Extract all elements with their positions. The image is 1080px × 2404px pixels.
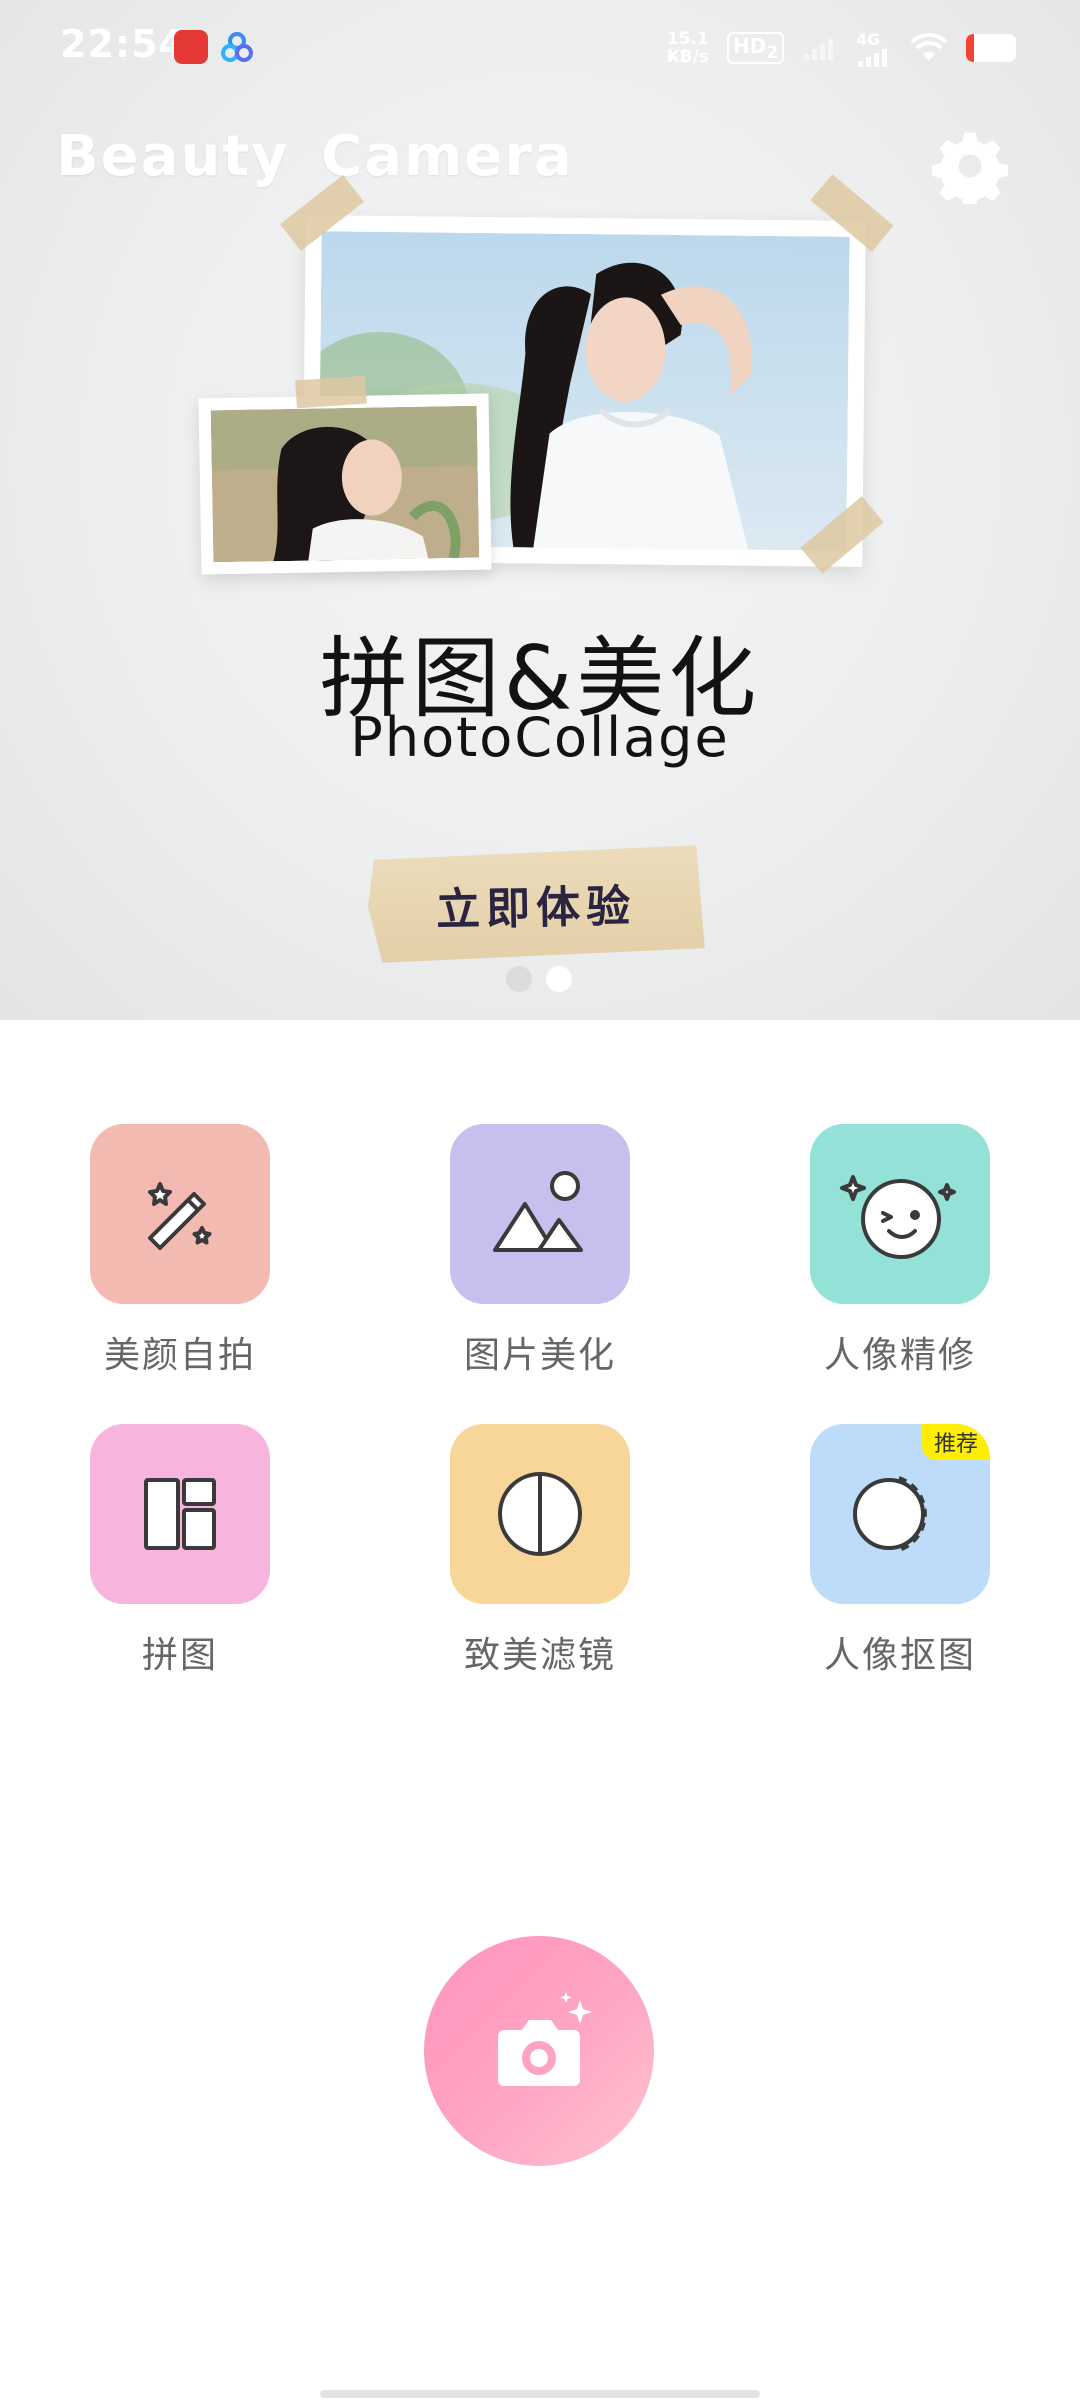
signal-strength-icon xyxy=(804,39,833,60)
feature-label: 拼图 xyxy=(141,1635,218,1676)
net-speed: 15.1 KB/s xyxy=(667,30,709,66)
feature-tile[interactable] xyxy=(810,1124,990,1304)
status-time: 22:54 xyxy=(60,22,186,66)
hd-voice-icon: HD2 xyxy=(727,32,784,64)
feature-portrait-retouch[interactable]: 人像精修 xyxy=(770,1124,1030,1378)
pager-dot[interactable] xyxy=(506,966,532,992)
cloud-app-notification-icon xyxy=(220,30,254,64)
feature-label: 人像精修 xyxy=(823,1335,976,1376)
net-speed-unit: KB/s xyxy=(666,47,710,67)
wifi-icon xyxy=(910,33,948,61)
app-title: Beauty Camera xyxy=(56,124,574,189)
try-now-label: 立即体验 xyxy=(435,881,637,936)
battery-level-fill xyxy=(966,34,974,62)
hd-label: HD xyxy=(733,34,767,58)
battery-icon xyxy=(966,34,1016,62)
photo-small-image xyxy=(210,405,480,563)
hd-sub: 2 xyxy=(766,43,778,62)
feature-tile[interactable]: 推荐 xyxy=(810,1424,990,1604)
settings-button[interactable] xyxy=(930,126,1010,206)
landscape-icon xyxy=(493,1171,583,1252)
feature-collage[interactable]: 拼图 xyxy=(50,1424,310,1678)
feature-label: 图片美化 xyxy=(463,1335,616,1376)
recommended-badge: 推荐 xyxy=(922,1424,990,1460)
feature-label: 美颜自拍 xyxy=(103,1335,256,1376)
collage-layout-icon xyxy=(144,1478,216,1550)
try-now-button[interactable]: 立即体验 xyxy=(367,845,705,963)
status-bar: 22:54 15.1 KB/s HD2 4G xyxy=(0,0,1080,96)
feature-photo-beautify[interactable]: 图片美化 xyxy=(410,1124,670,1378)
feature-label: 致美滤镜 xyxy=(463,1635,616,1676)
hero-banner[interactable]: 22:54 15.1 KB/s HD2 4G Beauty Camera 拼图&… xyxy=(0,0,1080,1020)
network-type: 4G xyxy=(856,29,881,49)
feature-tile[interactable] xyxy=(450,1424,630,1604)
camera-sparkle-icon xyxy=(498,1992,592,2086)
news-app-notification-icon xyxy=(174,30,208,64)
feature-portrait-cutout[interactable]: 推荐 人像抠图 xyxy=(770,1424,1030,1678)
half-circle-icon xyxy=(498,1472,582,1556)
banner-subtitle: PhotoCollage xyxy=(350,706,730,769)
tape-decoration xyxy=(295,375,367,409)
signal-strength-icon xyxy=(858,48,887,67)
shutter-camera-button[interactable] xyxy=(424,1936,654,2166)
wink-face-icon xyxy=(840,1175,956,1259)
status-indicators: 15.1 KB/s HD2 4G xyxy=(667,28,1016,68)
feature-tile[interactable] xyxy=(90,1124,270,1304)
network-type-group: 4G xyxy=(856,30,892,67)
pager-dot-active[interactable] xyxy=(546,966,572,992)
feature-tile[interactable] xyxy=(90,1424,270,1604)
feature-label: 人像抠图 xyxy=(823,1635,976,1676)
feature-beauty-selfie[interactable]: 美颜自拍 xyxy=(50,1124,310,1378)
gear-icon xyxy=(932,132,1008,204)
cutout-circle-icon xyxy=(853,1476,927,1552)
net-speed-value: 15.1 xyxy=(666,29,709,49)
featured-photo-small xyxy=(198,393,492,575)
home-indicator[interactable] xyxy=(320,2390,760,2398)
banner-pager xyxy=(506,966,572,992)
feature-filters[interactable]: 致美滤镜 xyxy=(410,1424,670,1678)
feature-tile[interactable] xyxy=(450,1124,630,1304)
magic-wand-icon xyxy=(148,1182,212,1250)
